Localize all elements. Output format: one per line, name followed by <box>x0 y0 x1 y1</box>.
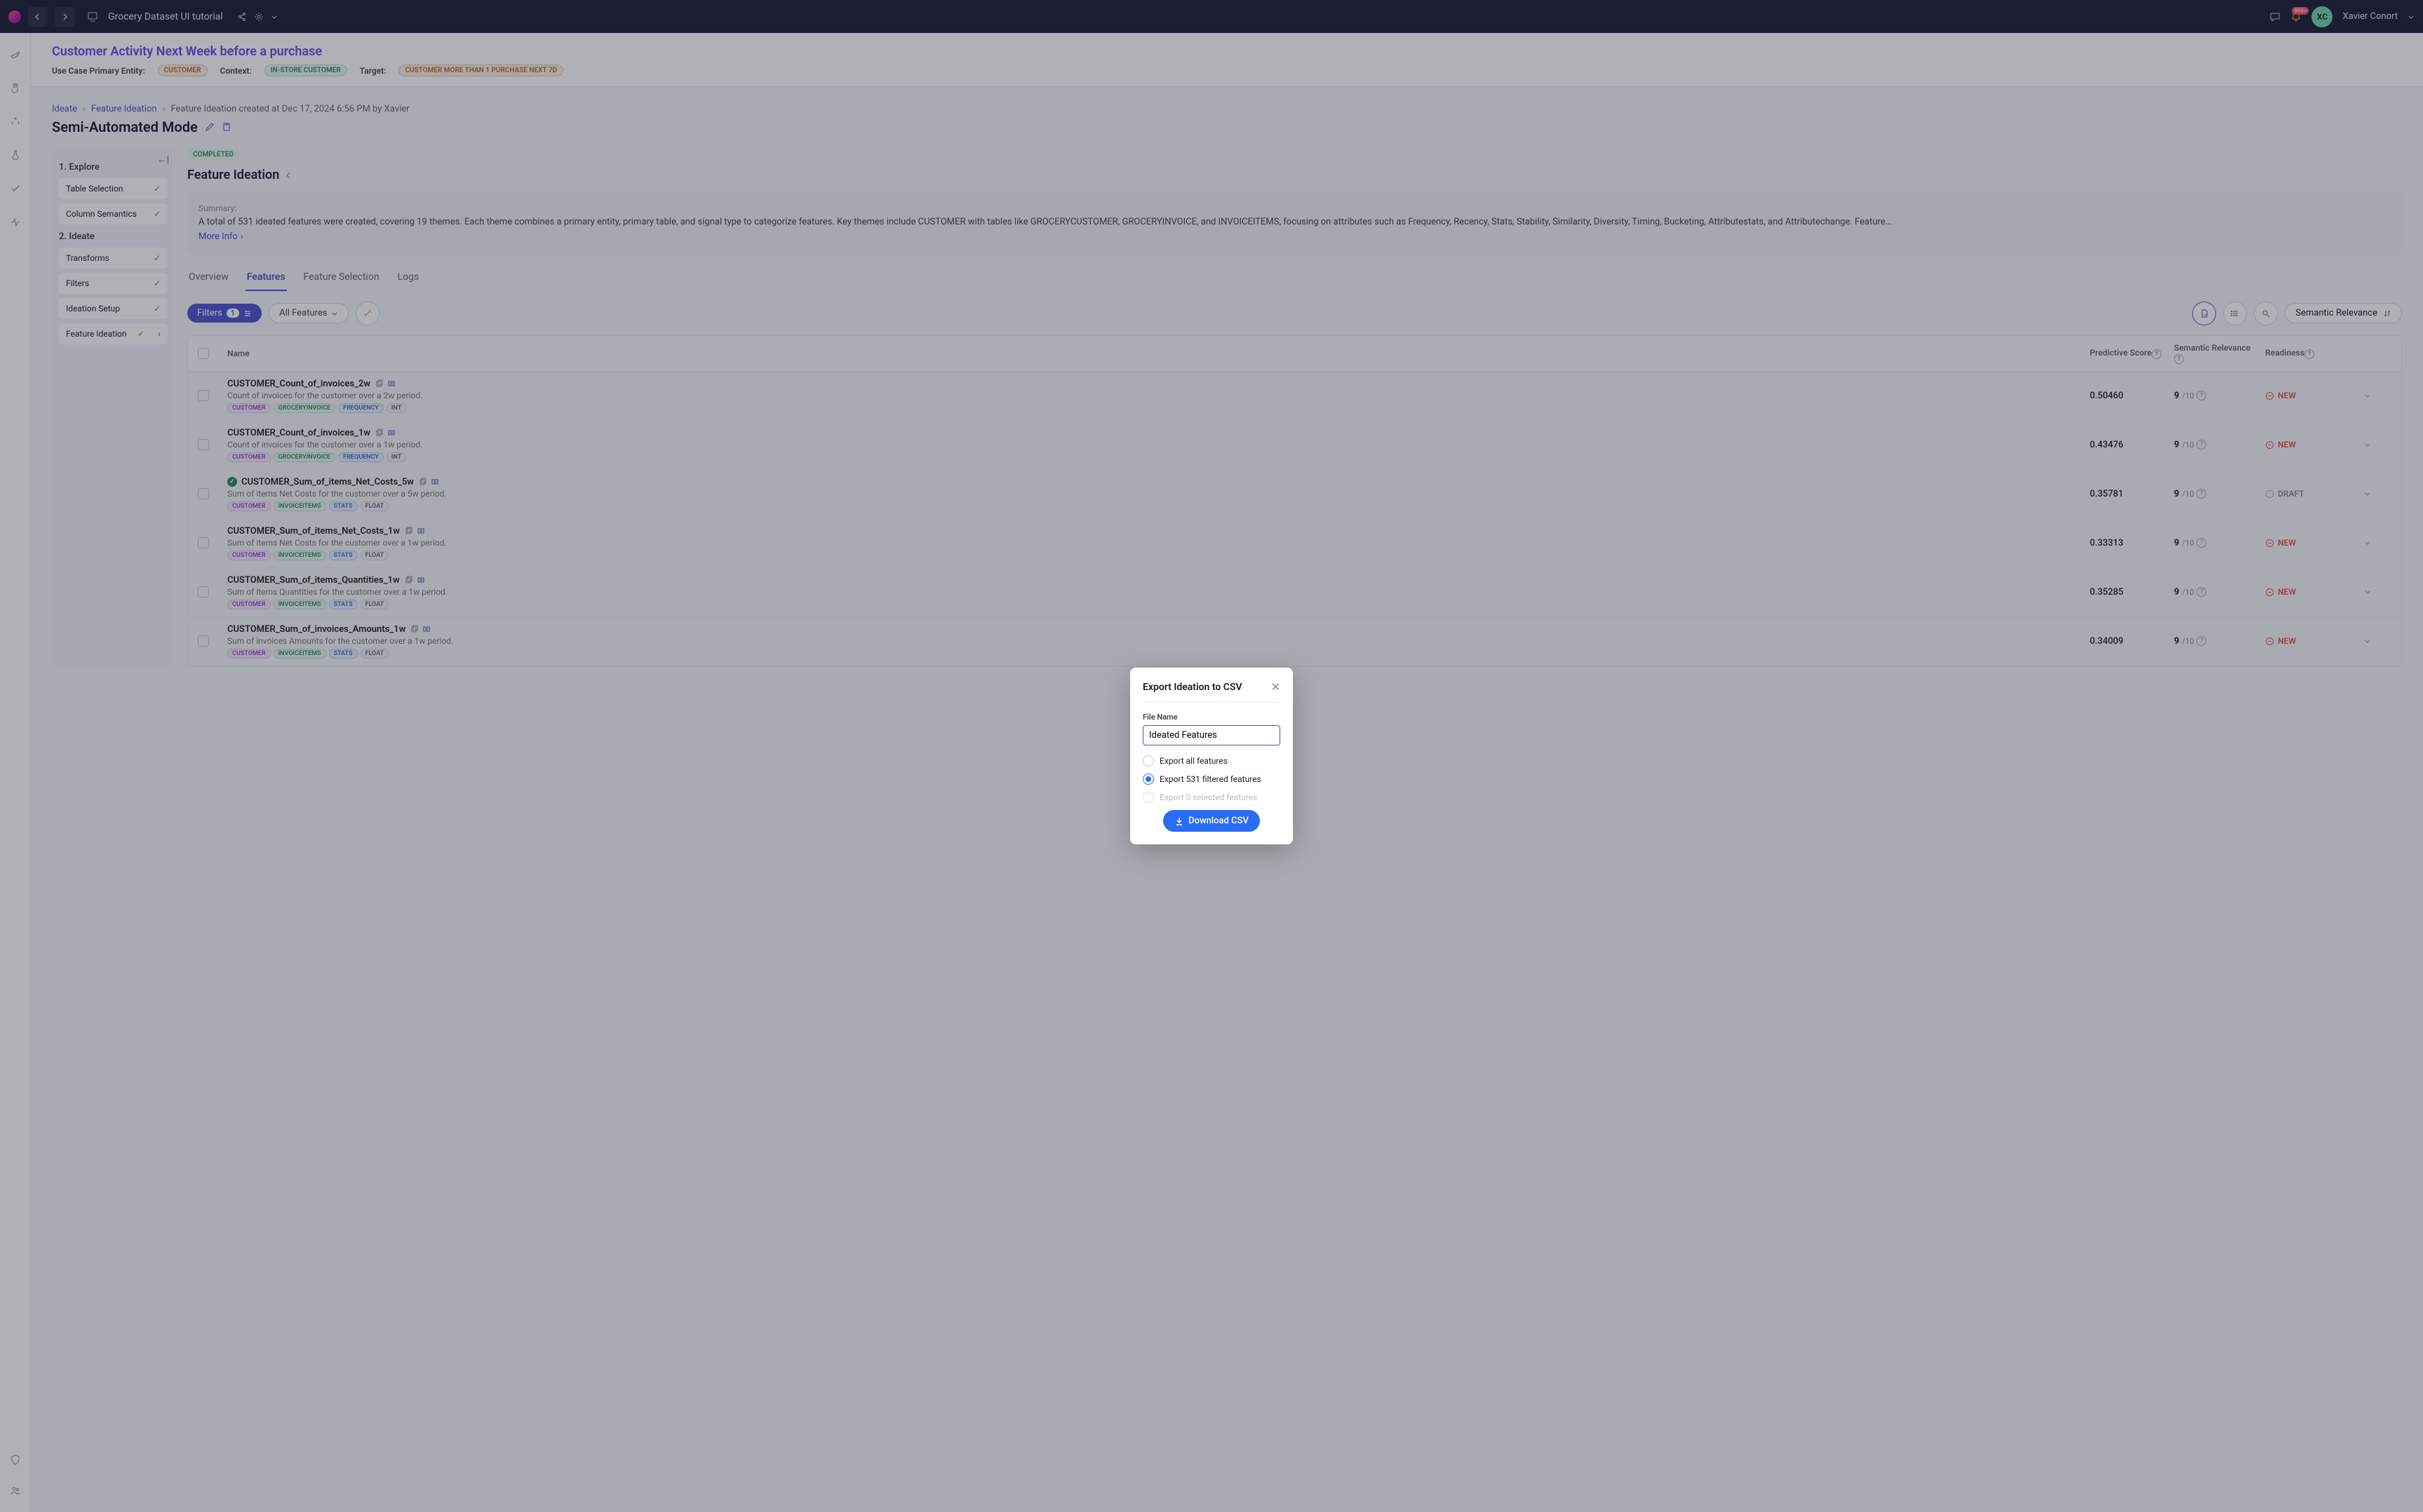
filename-label: File Name <box>1143 713 1280 722</box>
radio-export-filtered[interactable]: Export 531 filtered features <box>1143 774 1280 785</box>
radio-export-all[interactable]: Export all features <box>1143 755 1280 767</box>
modal-title: Export Ideation to CSV <box>1143 682 1242 693</box>
close-icon[interactable]: ✕ <box>1271 680 1280 694</box>
download-icon <box>1174 816 1184 826</box>
filename-input[interactable] <box>1143 725 1280 745</box>
export-modal: Export Ideation to CSV ✕ File Name Expor… <box>1130 668 1293 844</box>
radio-export-selected: Export 0 selected features <box>1143 792 1280 803</box>
modal-overlay[interactable]: Export Ideation to CSV ✕ File Name Expor… <box>0 0 2423 1512</box>
download-button[interactable]: Download CSV <box>1163 810 1260 832</box>
